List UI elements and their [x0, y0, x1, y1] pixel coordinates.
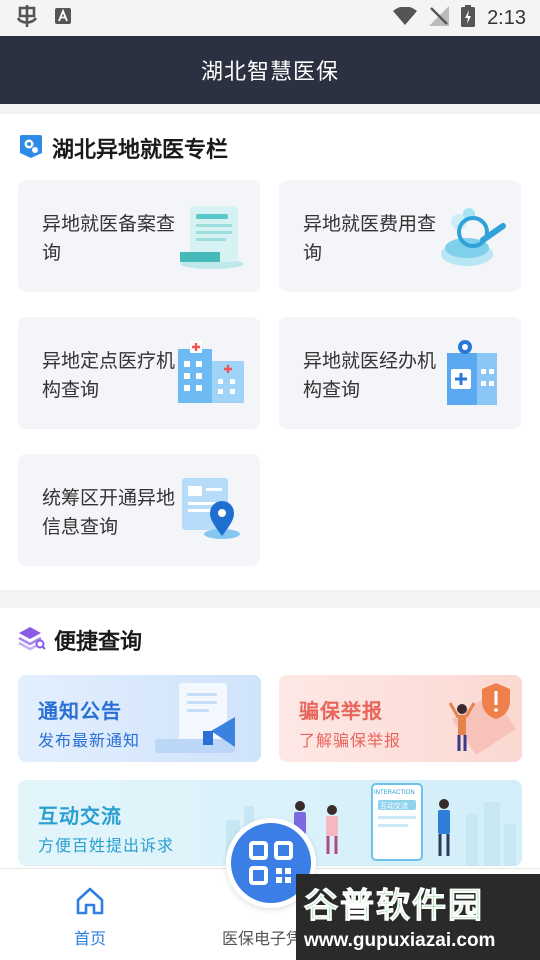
document-icon	[176, 202, 248, 270]
art-caption: INTERACTION	[374, 790, 415, 796]
text-notification-icon	[54, 7, 72, 29]
card-subtitle: 了解骗保举报	[299, 731, 402, 750]
card-title: 互动交流	[38, 804, 122, 828]
tile-label: 异地定点医疗机构查询	[42, 350, 176, 401]
section-header: 湖北异地就医专栏	[18, 132, 228, 164]
hospital-building-icon	[176, 339, 248, 407]
tile-cost-query[interactable]: 异地就医费用查询	[279, 180, 521, 292]
tile-label: 异地就医备案查询	[42, 213, 176, 264]
site-watermark: 谷普软件园 www.gupuxiazai.com	[296, 874, 540, 960]
home-icon	[76, 887, 104, 915]
wifi-icon	[393, 6, 418, 29]
status-time: 2:13	[487, 6, 526, 29]
app-header: 湖北智慧医保	[0, 36, 540, 104]
status-bar: 2:13	[0, 0, 540, 36]
nav-label: 首页	[73, 929, 106, 948]
section-title: 便捷查询	[54, 630, 143, 655]
qr-code-icon	[249, 841, 293, 885]
card-title: 骗保举报	[299, 699, 383, 723]
watermark-url: www.gupuxiazai.com	[304, 930, 496, 951]
tile-label: 异地就医经办机构查询	[303, 350, 437, 401]
page-title: 湖北智慧医保	[200, 60, 339, 85]
section-header: 便捷查询	[18, 624, 142, 656]
tile-agency-query[interactable]: 异地就医经办机构查询	[279, 317, 521, 429]
art-label: 互动交流	[380, 801, 408, 810]
fraud-report-card[interactable]: 骗保举报 了解骗保举报	[279, 675, 522, 762]
nav-home[interactable]: 首页	[0, 869, 180, 960]
notice-card[interactable]: 通知公告 发布最新通知	[18, 675, 261, 762]
layers-search-icon	[18, 625, 46, 655]
tile-filing-query[interactable]: 异地就医备案查询	[18, 180, 260, 292]
card-subtitle: 方便百姓提出诉求	[38, 836, 175, 855]
remote-medical-section: 湖北异地就医专栏 异地就医备案查询 异地就医费用查询 异地定点医疗机构查询 异地…	[0, 114, 540, 590]
tile-region-info-query[interactable]: 统筹区开通异地信息查询	[18, 454, 260, 566]
app-notification-icon	[14, 4, 40, 32]
card-subtitle: 发布最新通知	[38, 731, 141, 750]
location-card-icon	[176, 476, 248, 544]
tile-label: 异地就医费用查询	[303, 213, 437, 264]
tile-designated-institution-query[interactable]: 异地定点医疗机构查询	[18, 317, 260, 429]
card-title: 通知公告	[38, 699, 122, 723]
medical-office-icon	[437, 339, 509, 407]
watermark-text: 谷普软件园	[304, 886, 484, 927]
tile-label: 统筹区开通异地信息查询	[42, 487, 176, 538]
no-signal-icon	[429, 6, 450, 30]
magnifier-coins-icon	[437, 202, 509, 270]
battery-charging-icon	[461, 5, 476, 31]
warning-report-icon	[448, 683, 516, 755]
megaphone-icon	[155, 683, 235, 753]
section-title: 湖北异地就医专栏	[52, 138, 229, 163]
location-badge-icon	[18, 133, 44, 163]
